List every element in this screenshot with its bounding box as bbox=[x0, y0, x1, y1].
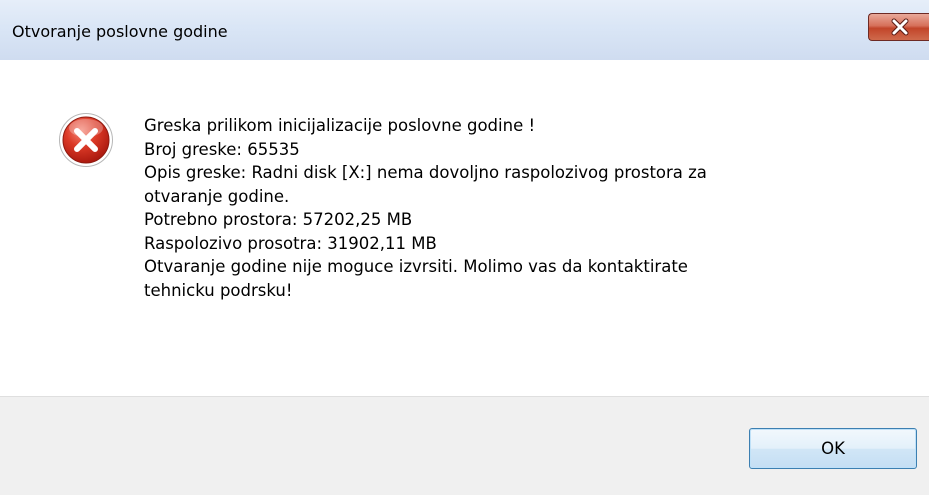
close-icon bbox=[891, 18, 909, 36]
close-button[interactable] bbox=[868, 13, 929, 41]
dialog-window: Otvoranje poslovne godine Greska priliko… bbox=[0, 0, 929, 495]
title-bar[interactable]: Otvoranje poslovne godine bbox=[0, 0, 929, 60]
button-bar: OK bbox=[0, 396, 929, 495]
message-line: Broj greske: 65535 bbox=[144, 139, 300, 159]
window-title: Otvoranje poslovne godine bbox=[12, 22, 228, 41]
error-icon bbox=[59, 113, 113, 167]
message-line: Potrebno prostora: 57202,25 MB bbox=[144, 210, 413, 229]
message-line: Raspolozivo prosotra: 31902,11 MB bbox=[144, 233, 437, 253]
message-line: Opis greske: Radni disk [X:] nema dovolj… bbox=[144, 163, 707, 182]
message-area: Greska prilikom inicijalizacije poslovne… bbox=[0, 60, 929, 396]
message-line: otvaranje godine. bbox=[144, 186, 290, 206]
message-line: tehnicku podrsku! bbox=[144, 280, 293, 300]
error-message: Greska prilikom inicijalizacije poslovne… bbox=[144, 114, 884, 302]
ok-button[interactable]: OK bbox=[749, 428, 917, 469]
message-line: Greska prilikom inicijalizacije poslovne… bbox=[144, 116, 536, 135]
message-line: Otvaranje godine nije moguce izvrsiti. M… bbox=[144, 257, 688, 276]
